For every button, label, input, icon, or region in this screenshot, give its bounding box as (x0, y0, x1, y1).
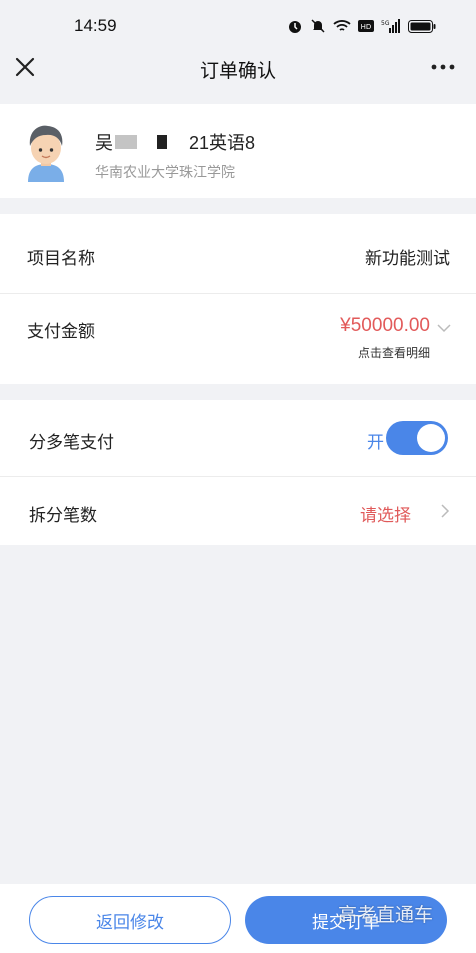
split-toggle-state: 开 (367, 433, 384, 452)
split-count-label: 拆分笔数 (29, 506, 97, 525)
svg-text:5G: 5G (381, 20, 390, 27)
page-title: 订单确认 (199, 61, 276, 82)
user-surname: 吴 (95, 133, 113, 153)
battery-icon (408, 19, 436, 33)
split-payment-label: 分多笔支付 (29, 433, 114, 452)
user-school: 华南农业大学珠江学院 (95, 164, 235, 180)
status-bar: 14:59 HD 5G (0, 0, 476, 44)
toggle-knob (417, 424, 445, 452)
mute-bell-icon (311, 19, 325, 33)
user-name: 吴 21英语8 (95, 129, 255, 155)
back-edit-button[interactable]: 返回修改 (29, 896, 231, 944)
wifi-icon (333, 20, 351, 31)
amount-value: ¥50000.00 (340, 315, 430, 336)
alarm-icon (289, 21, 301, 33)
hd-icon: HD (358, 20, 374, 32)
name-redaction (115, 135, 137, 149)
split-count-select[interactable]: 请选择 (360, 501, 411, 526)
order-info-card: 项目名称 新功能测试 支付金额 ¥50000.00 点击查看明细 (0, 214, 476, 384)
payment-split-card: 分多笔支付 开 拆分笔数 请选择 (0, 400, 476, 545)
user-card: 吴 21英语8 华南农业大学珠江学院 (0, 104, 476, 198)
signal-5g-icon: 5G (381, 19, 400, 33)
chevron-down-icon[interactable] (437, 323, 451, 333)
split-payment-toggle[interactable] (386, 421, 448, 455)
chevron-right-icon[interactable] (440, 504, 450, 518)
view-detail-link[interactable]: 点击查看明细 (358, 344, 430, 361)
nav-bar: 订单确认 (0, 44, 476, 90)
user-class: 21英语8 (189, 133, 256, 153)
divider (0, 293, 476, 294)
amount-label: 支付金额 (27, 322, 95, 341)
divider (0, 476, 476, 477)
status-icons: HD 5G (287, 18, 436, 34)
avatar (28, 125, 64, 182)
svg-text:HD: HD (361, 23, 372, 31)
status-time: 14:59 (74, 16, 117, 35)
project-name-label: 项目名称 (27, 249, 95, 268)
bottom-action-bar: 返回修改 提交订单 (0, 884, 476, 953)
submit-order-button[interactable]: 提交订单 (245, 896, 447, 944)
more-icon[interactable] (430, 56, 456, 78)
project-name-value: 新功能测试 (365, 249, 450, 268)
name-redaction-dark (157, 135, 167, 149)
